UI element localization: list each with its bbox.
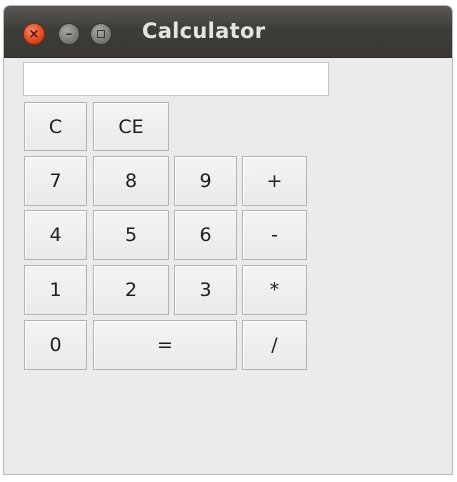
divide-button[interactable]: / [242, 320, 307, 370]
maximize-icon[interactable] [90, 23, 112, 45]
digit-5-button[interactable]: 5 [93, 210, 169, 260]
minus-button[interactable]: - [242, 210, 307, 260]
digit-2-button[interactable]: 2 [93, 265, 169, 315]
equals-button[interactable]: = [93, 320, 237, 370]
window-title: Calculator [142, 19, 266, 43]
digit-9-button[interactable]: 9 [174, 156, 237, 206]
calculator-window: × – Calculator C CE 7 8 9 + 4 5 6 - 1 2 … [3, 5, 453, 475]
title-bar[interactable]: × – Calculator [4, 6, 452, 58]
minimize-icon[interactable]: – [58, 23, 80, 45]
display-field[interactable] [23, 62, 329, 96]
digit-3-button[interactable]: 3 [174, 265, 237, 315]
digit-8-button[interactable]: 8 [93, 156, 169, 206]
digit-1-button[interactable]: 1 [24, 265, 87, 315]
digit-4-button[interactable]: 4 [24, 210, 87, 260]
close-icon[interactable]: × [23, 23, 45, 45]
clear-entry-button[interactable]: CE [93, 102, 169, 151]
digit-0-button[interactable]: 0 [24, 320, 87, 370]
plus-button[interactable]: + [242, 156, 307, 206]
clear-button[interactable]: C [24, 102, 87, 151]
digit-6-button[interactable]: 6 [174, 210, 237, 260]
multiply-button[interactable]: * [242, 265, 307, 315]
digit-7-button[interactable]: 7 [24, 156, 87, 206]
